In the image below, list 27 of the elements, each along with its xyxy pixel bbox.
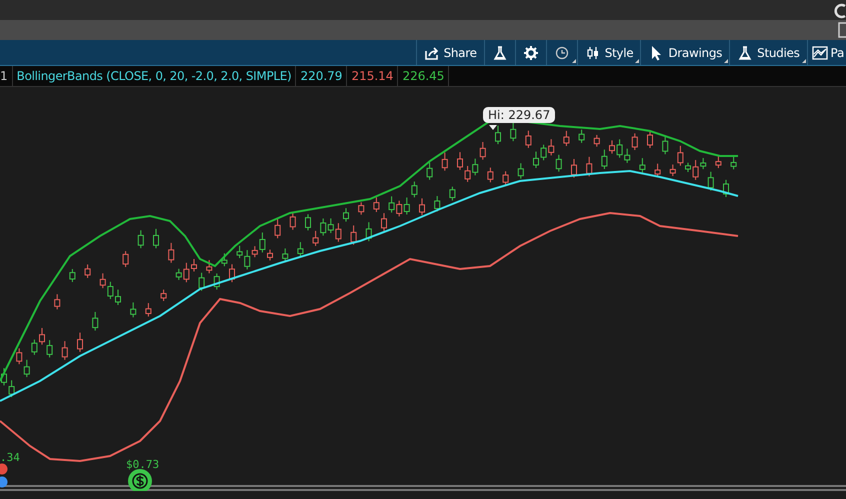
high-price-tooltip: Hi: 229.67: [483, 107, 556, 123]
study-value: 215.14: [347, 66, 398, 86]
earnings-marker-icon[interactable]: [0, 463, 8, 475]
dividend-amount: $0.73: [126, 458, 160, 471]
study-value: 220.79: [296, 66, 348, 86]
study-name[interactable]: BollingerBands (CLOSE, 0, 20, -2.0, 2.0, SIMPLE): [12, 66, 296, 86]
flask-icon: [492, 44, 508, 60]
refresh-icon[interactable]: [834, 3, 846, 19]
share-icon: [424, 44, 440, 60]
drawings-button[interactable]: Drawings: [640, 40, 730, 65]
style-button[interactable]: Style: [576, 40, 640, 65]
candlestick-icon: [584, 44, 601, 60]
clock-icon: [554, 44, 570, 60]
study-index: 1: [0, 66, 13, 86]
flask-icon: [737, 44, 754, 60]
time-button[interactable]: [546, 40, 577, 65]
tooltip-pointer: [489, 125, 497, 130]
studies-button[interactable]: Studies: [729, 40, 807, 65]
share-button[interactable]: Share: [416, 40, 484, 65]
patterns-button[interactable]: Pa: [806, 40, 846, 65]
pattern-chart-icon: [812, 44, 828, 60]
study-value: 226.45: [398, 66, 450, 86]
panel-icon[interactable]: [838, 22, 846, 38]
settings-icon: [522, 44, 539, 60]
dividend-amount: .34: [0, 451, 20, 464]
event-marker-icon[interactable]: [0, 476, 8, 488]
dividend-dollar-icon[interactable]: [128, 469, 152, 491]
